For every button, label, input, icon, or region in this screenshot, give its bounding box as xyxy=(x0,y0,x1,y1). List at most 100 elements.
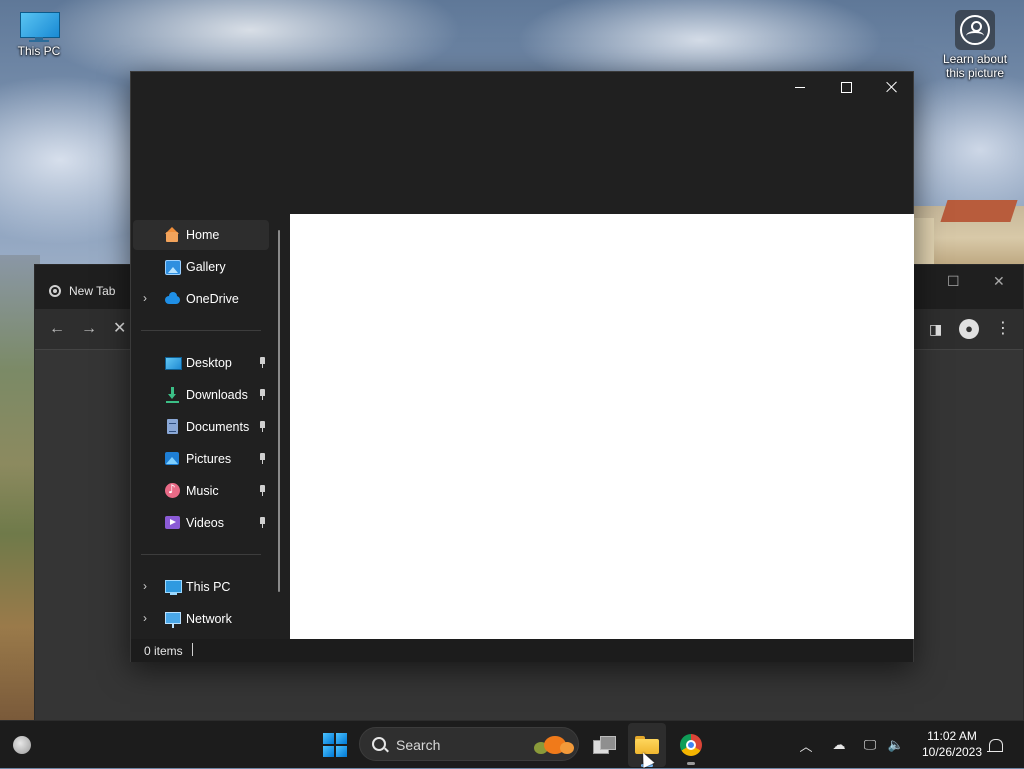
taskbar-search-box[interactable]: Search xyxy=(359,727,579,761)
tray-volume-button[interactable]: 🔈 xyxy=(886,721,906,769)
nav-item-network[interactable]: › Network xyxy=(133,604,269,634)
desktop-icon-label: Learn about this picture xyxy=(942,52,1008,80)
nav-item-label: Documents xyxy=(186,420,250,434)
nav-item-pictures[interactable]: Pictures xyxy=(133,444,269,474)
network-icon: 🖵 xyxy=(863,737,877,752)
pin-icon xyxy=(257,485,267,497)
clock-time: 11:02 AM xyxy=(927,729,977,743)
volume-muted-icon: 🔈 xyxy=(887,737,905,752)
clock-date: 10/26/2023 xyxy=(921,745,983,759)
task-view-button[interactable] xyxy=(588,721,620,769)
nav-item-label: OneDrive xyxy=(186,292,239,306)
explorer-content-area[interactable] xyxy=(290,214,914,639)
notifications-button[interactable] xyxy=(986,721,1006,769)
chrome-tab-new-tab[interactable]: New Tab xyxy=(49,275,115,307)
more-menu-icon[interactable]: ⋮ xyxy=(995,321,1011,337)
show-hidden-icons-button[interactable]: ︿ xyxy=(796,721,816,769)
item-count: 0 items xyxy=(144,644,183,658)
search-icon xyxy=(372,737,386,751)
start-button[interactable] xyxy=(318,721,352,769)
task-view-icon xyxy=(593,736,616,754)
windows-logo-icon xyxy=(323,733,347,757)
bell-icon xyxy=(987,738,1003,752)
tray-network-button[interactable]: 🖵 xyxy=(860,721,880,769)
nav-item-label: Downloads xyxy=(186,388,248,402)
nav-item-label: This PC xyxy=(186,580,231,594)
back-arrow-icon[interactable]: ← xyxy=(49,321,65,337)
chrome-running-indicator xyxy=(687,762,695,765)
pin-icon xyxy=(257,389,267,401)
pin-icon xyxy=(257,453,267,465)
chevron-right-icon[interactable]: › xyxy=(143,292,153,304)
nav-scrollbar[interactable] xyxy=(278,230,280,592)
search-placeholder: Search xyxy=(396,737,441,753)
minimize-button[interactable] xyxy=(777,72,823,102)
chevron-right-icon[interactable]: › xyxy=(143,580,153,592)
nav-item-documents[interactable]: Documents xyxy=(133,412,269,442)
profile-icon[interactable]: ● xyxy=(959,319,979,339)
onedrive-offline-icon: ☁ xyxy=(832,737,846,752)
chrome-icon xyxy=(680,734,702,756)
nav-item-label: Videos xyxy=(186,516,224,530)
desktop-icon xyxy=(165,355,182,371)
nav-divider xyxy=(141,554,261,555)
music-icon xyxy=(165,482,181,499)
chrome-tab-title: New Tab xyxy=(69,284,116,298)
file-explorer-window[interactable]: Home Gallery › OneDrive Desktop Download… xyxy=(130,71,914,662)
learn-about-picture-icon xyxy=(955,10,995,50)
pin-icon xyxy=(257,421,267,433)
navigation-pane: Home Gallery › OneDrive Desktop Download… xyxy=(131,214,289,639)
chrome-maximize-button[interactable]: ☐ xyxy=(947,273,960,290)
nav-item-music[interactable]: Music xyxy=(133,476,269,506)
chevron-right-icon[interactable]: › xyxy=(143,612,153,624)
search-highlight-icon xyxy=(532,734,576,756)
wallpaper-town xyxy=(914,190,1024,270)
pin-icon xyxy=(257,517,267,529)
nav-item-label: Gallery xyxy=(186,260,226,274)
downloads-icon xyxy=(165,387,181,403)
side-panel-icon[interactable]: ◨ xyxy=(929,321,942,337)
pin-icon xyxy=(257,357,267,369)
weather-widget-button[interactable] xyxy=(8,721,36,769)
desktop-icon-learn-about-picture[interactable]: Learn about this picture xyxy=(938,10,1012,80)
close-icon xyxy=(886,81,898,93)
documents-icon xyxy=(165,419,181,435)
close-button[interactable] xyxy=(869,72,915,102)
chrome-favicon-icon xyxy=(49,285,61,297)
nav-item-desktop[interactable]: Desktop xyxy=(133,348,269,378)
desktop-icon-this-pc[interactable]: This PC xyxy=(8,10,70,58)
desktop-icon-label: This PC xyxy=(17,44,61,58)
home-icon xyxy=(165,227,181,243)
nav-item-downloads[interactable]: Downloads xyxy=(133,380,269,410)
nav-item-label: Pictures xyxy=(186,452,232,466)
tray-onedrive-button[interactable]: ☁ xyxy=(828,721,850,769)
nav-item-label: Desktop xyxy=(186,356,232,370)
status-divider xyxy=(192,643,193,656)
nav-item-videos[interactable]: Videos xyxy=(133,508,269,538)
pictures-icon xyxy=(165,451,181,467)
maximize-icon xyxy=(840,81,852,93)
chevron-up-icon: ︿ xyxy=(799,738,813,754)
network-icon xyxy=(165,611,181,628)
explorer-title-bar[interactable] xyxy=(131,72,913,102)
nav-item-home[interactable]: Home xyxy=(133,220,269,250)
nav-item-onedrive[interactable]: › OneDrive xyxy=(133,284,269,314)
clock[interactable]: 11:02 AM 10/26/2023 xyxy=(916,728,988,760)
gallery-icon xyxy=(165,259,181,275)
weather-icon xyxy=(13,736,31,754)
nav-item-gallery[interactable]: Gallery xyxy=(133,252,269,282)
nav-item-label: Music xyxy=(186,484,219,498)
nav-item-label: Network xyxy=(186,612,232,626)
nav-item-this-pc[interactable]: › This PC xyxy=(133,572,269,602)
chrome-close-button[interactable]: ✕ xyxy=(993,273,1005,290)
this-pc-icon xyxy=(165,579,182,595)
maximize-button[interactable] xyxy=(823,72,869,102)
nav-item-label: Home xyxy=(186,228,220,242)
stop-loading-icon[interactable]: ✕ xyxy=(113,321,126,337)
onedrive-icon xyxy=(165,291,181,307)
monitor-icon xyxy=(19,10,60,42)
status-bar: 0 items xyxy=(131,639,913,662)
forward-arrow-icon[interactable]: → xyxy=(81,321,97,337)
nav-divider xyxy=(141,330,261,331)
minimize-icon xyxy=(795,86,805,88)
